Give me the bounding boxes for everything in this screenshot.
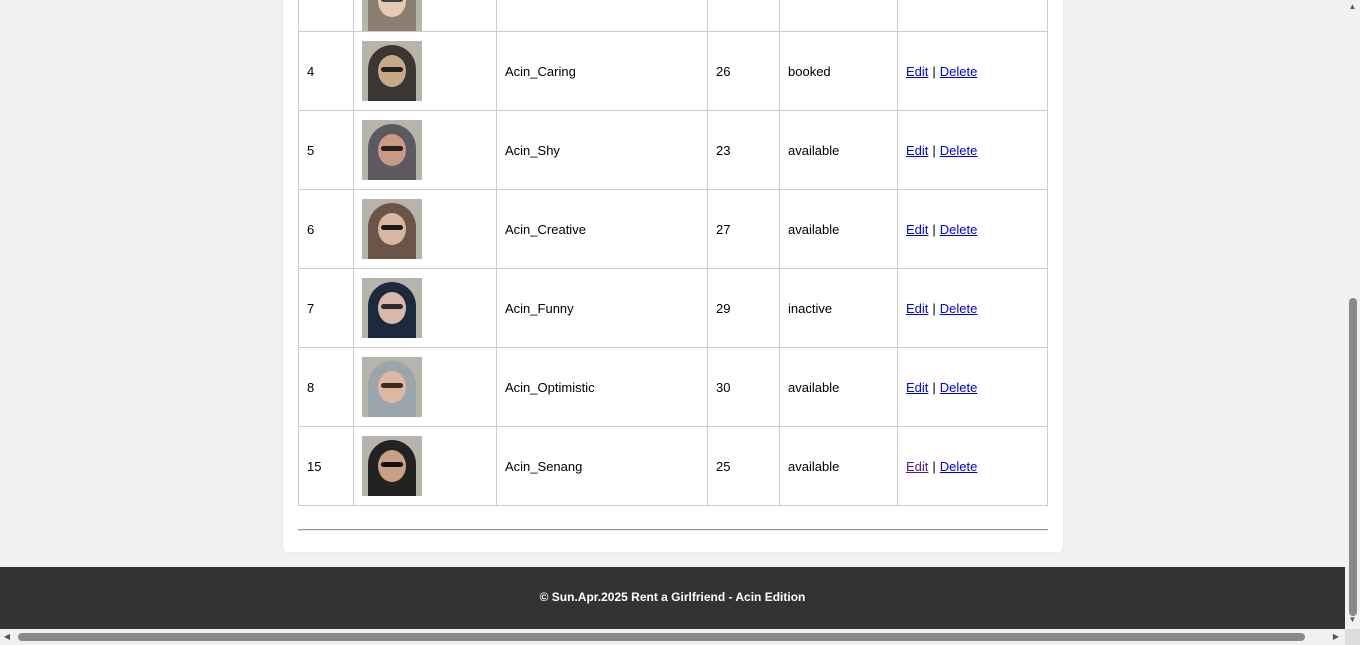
name-cell (496, 0, 708, 32)
vertical-scroll-thumb[interactable] (1349, 298, 1357, 616)
edit-link[interactable]: Edit (906, 301, 928, 316)
status-cell: available (779, 189, 898, 269)
status-cell: available (779, 347, 898, 427)
profile-photo (362, 41, 422, 101)
table-row: 6 Acin_Creative 27 available Edit | Delete (298, 189, 1048, 269)
link-separator: | (932, 142, 936, 158)
name-cell: Acin_Funny (496, 268, 708, 348)
scrollbar-corner (1345, 629, 1360, 645)
page: 4 Acin_Caring 26 booked Edit | Delete 5 Acin_Shy… (0, 0, 1345, 629)
actions-cell: Edit | Delete (897, 426, 1048, 506)
status-cell: available (779, 426, 898, 506)
edit-link[interactable]: Edit (906, 380, 928, 395)
photo-eyes-shape (381, 462, 403, 467)
id-cell: 4 (298, 31, 354, 111)
vertical-scrollbar[interactable]: ▲ ▼ (1345, 0, 1360, 629)
age-cell: 27 (707, 189, 780, 269)
link-separator: | (932, 300, 936, 316)
photo-eyes-shape (381, 67, 403, 72)
table-row: 5 Acin_Shy 23 available Edit | Delete (298, 110, 1048, 190)
name-cell: Acin_Creative (496, 189, 708, 269)
id-cell: 7 (298, 268, 354, 348)
table-row: 15 Acin_Senang 25 available Edit | Delete (298, 426, 1048, 506)
divider (298, 529, 1048, 531)
id-cell: 6 (298, 189, 354, 269)
photo-cell (353, 31, 497, 111)
table-row: 4 Acin_Caring 26 booked Edit | Delete (298, 31, 1048, 111)
link-separator: | (932, 458, 936, 474)
table-row: 8 Acin_Optimistic 30 available Edit | Delete (298, 347, 1048, 427)
horizontal-scrollbar[interactable]: ◀ ▶ (0, 629, 1345, 645)
age-cell: 29 (707, 268, 780, 348)
link-separator: | (932, 221, 936, 237)
age-cell (707, 0, 780, 32)
actions-cell: Edit | Delete (897, 189, 1048, 269)
photo-cell (353, 0, 497, 32)
scroll-right-icon[interactable]: ▶ (1329, 629, 1343, 645)
actions-cell: Edit | Delete (897, 31, 1048, 111)
delete-link[interactable]: Delete (940, 64, 978, 79)
name-cell: Acin_Caring (496, 31, 708, 111)
status-cell: booked (779, 31, 898, 111)
profile-photo (362, 436, 422, 496)
id-cell: 8 (298, 347, 354, 427)
age-cell: 23 (707, 110, 780, 190)
edit-link[interactable]: Edit (906, 459, 928, 474)
photo-eyes-shape (381, 146, 403, 151)
actions-cell (897, 0, 1048, 32)
delete-link[interactable]: Delete (940, 301, 978, 316)
photo-cell (353, 347, 497, 427)
delete-link[interactable]: Delete (940, 459, 978, 474)
table-row (298, 0, 1048, 32)
profile-photo (362, 357, 422, 417)
link-separator: | (932, 63, 936, 79)
table-body: 4 Acin_Caring 26 booked Edit | Delete 5 Acin_Shy… (298, 0, 1048, 506)
status-cell: inactive (779, 268, 898, 348)
girlfriend-table: 4 Acin_Caring 26 booked Edit | Delete 5 Acin_Shy… (298, 0, 1048, 506)
status-cell (779, 0, 898, 32)
profile-photo (362, 199, 422, 259)
delete-link[interactable]: Delete (940, 380, 978, 395)
edit-link[interactable]: Edit (906, 64, 928, 79)
age-cell: 26 (707, 31, 780, 111)
edit-link[interactable]: Edit (906, 222, 928, 237)
photo-cell (353, 268, 497, 348)
photo-cell (353, 426, 497, 506)
scroll-up-icon[interactable]: ▲ (1345, 0, 1360, 14)
table-row: 7 Acin_Funny 29 inactive Edit | Delete (298, 268, 1048, 348)
photo-cell (353, 110, 497, 190)
delete-link[interactable]: Delete (940, 222, 978, 237)
profile-photo (362, 120, 422, 180)
name-cell: Acin_Optimistic (496, 347, 708, 427)
age-cell: 25 (707, 426, 780, 506)
edit-link[interactable]: Edit (906, 143, 928, 158)
name-cell: Acin_Shy (496, 110, 708, 190)
actions-cell: Edit | Delete (897, 268, 1048, 348)
photo-eyes-shape (381, 383, 403, 388)
profile-photo (362, 278, 422, 338)
horizontal-scroll-thumb[interactable] (18, 633, 1305, 641)
photo-eyes-shape (381, 225, 403, 230)
footer-text: © Sun.Apr.2025 Rent a Girlfriend - Acin … (539, 590, 806, 604)
photo-eyes-shape (381, 304, 403, 309)
name-cell: Acin_Senang (496, 426, 708, 506)
footer: © Sun.Apr.2025 Rent a Girlfriend - Acin … (0, 567, 1345, 629)
scroll-down-icon[interactable]: ▼ (1345, 613, 1360, 627)
delete-link[interactable]: Delete (940, 143, 978, 158)
status-cell: available (779, 110, 898, 190)
link-separator: | (932, 379, 936, 395)
photo-cell (353, 189, 497, 269)
id-cell: 5 (298, 110, 354, 190)
profile-photo (362, 0, 422, 31)
photo-eyes-shape (381, 0, 403, 2)
age-cell: 30 (707, 347, 780, 427)
id-cell (298, 0, 354, 32)
scroll-left-icon[interactable]: ◀ (0, 629, 14, 645)
id-cell: 15 (298, 426, 354, 506)
actions-cell: Edit | Delete (897, 347, 1048, 427)
actions-cell: Edit | Delete (897, 110, 1048, 190)
